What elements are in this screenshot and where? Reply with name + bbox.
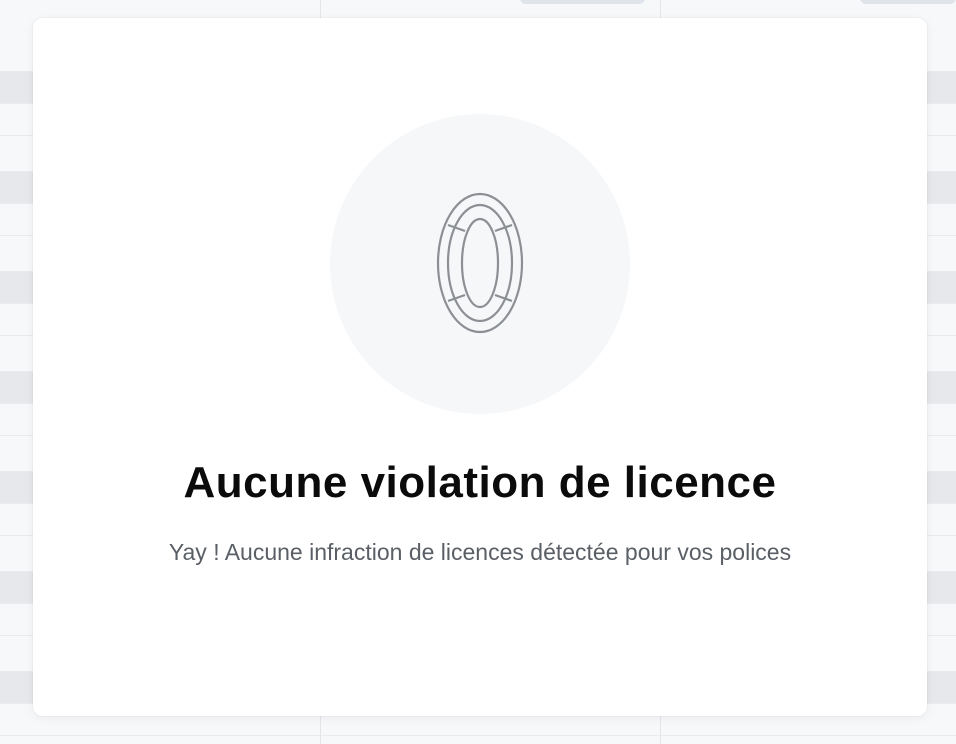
empty-state-title: Aucune violation de licence: [183, 458, 777, 507]
background-pill: [520, 0, 645, 4]
empty-state-subtitle: Yay ! Aucune infraction de licences déte…: [168, 539, 792, 565]
background-pill: [860, 0, 956, 4]
empty-state-modal: Aucune violation de licence Yay ! Aucune…: [33, 18, 927, 716]
zero-outline-icon: [436, 192, 524, 334]
